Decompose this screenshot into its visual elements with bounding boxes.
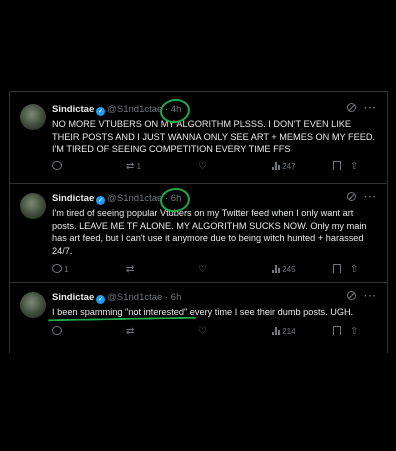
retweet-icon: ⇄ <box>126 264 135 275</box>
more-icon[interactable]: ··· <box>364 192 377 203</box>
retweet-button[interactable]: ⇄ <box>126 326 134 338</box>
divider <box>10 91 387 92</box>
like-icon: ♡ <box>198 326 207 337</box>
views-button[interactable]: 247 <box>272 161 296 173</box>
tweet-menu: ··· <box>347 291 377 305</box>
tweet-header: Sindictae ✓ @S1nd1ctae · 6h <box>52 192 377 206</box>
share-icon: ⇧ <box>350 326 359 337</box>
more-icon[interactable]: ··· <box>364 291 377 302</box>
action-bar: ⇄ ♡ 214 ⇧ <box>52 326 377 338</box>
display-name[interactable]: Sindictae <box>52 104 94 115</box>
reply-button[interactable] <box>52 161 62 173</box>
tweet-2[interactable]: Sindictae ✓ @S1nd1ctae · 6h ··· I'm tired … <box>20 192 377 276</box>
action-bar: 1 ⇄ ♡ 245 ⇧ <box>52 264 377 276</box>
like-button[interactable]: ♡ <box>198 161 207 173</box>
retweet-button[interactable]: ⇄ 1 <box>126 161 141 173</box>
display-name[interactable]: Sindictae <box>52 292 94 303</box>
share-button[interactable]: ⇧ <box>350 264 358 276</box>
share-icon: ⇧ <box>350 264 359 275</box>
views-button[interactable]: 245 <box>272 264 296 276</box>
reply-icon <box>52 326 62 335</box>
tweet-text: I'm tired of seeing popular Vtubers on m… <box>52 208 367 256</box>
share-button[interactable]: ⇧ <box>350 326 358 338</box>
retweet-count: 1 <box>136 162 142 171</box>
tweet-menu: ··· <box>347 103 377 117</box>
divider <box>10 183 387 184</box>
views-icon <box>272 327 280 335</box>
timestamp[interactable]: 6h <box>171 292 182 303</box>
handle[interactable]: @S1nd1ctae <box>107 292 162 303</box>
tweet-menu: ··· <box>347 192 377 206</box>
views-count: 214 <box>282 327 296 336</box>
avatar[interactable] <box>20 292 46 318</box>
divider <box>10 282 387 283</box>
views-count: 247 <box>282 162 296 171</box>
like-icon: ♡ <box>198 264 207 275</box>
reply-icon <box>52 161 62 170</box>
views-icon <box>272 265 280 273</box>
bookmark-button[interactable] <box>333 264 341 276</box>
share-button[interactable]: ⇧ <box>350 161 358 173</box>
tweet-thread: Sindictae ✓ @S1nd1ctae · 4h ··· NO MORE VT… <box>9 91 388 353</box>
action-bar: ⇄ 1 ♡ 247 ⇧ <box>52 161 377 173</box>
tweet-1[interactable]: Sindictae ✓ @S1nd1ctae · 4h ··· NO MORE VT… <box>20 103 377 173</box>
views-count: 245 <box>282 265 296 274</box>
verified-badge-icon: ✓ <box>96 107 106 116</box>
reply-icon <box>52 264 62 273</box>
reply-count: 1 <box>64 265 69 274</box>
tweet-header: Sindictae ✓ @S1nd1ctae · 4h <box>52 103 377 117</box>
bookmark-button[interactable] <box>333 161 341 173</box>
tweet-header: Sindictae ✓ @S1nd1ctae · 6h <box>52 291 377 305</box>
like-button[interactable]: ♡ <box>198 326 207 338</box>
bookmark-icon <box>333 264 341 273</box>
verified-badge-icon: ✓ <box>96 295 106 304</box>
grok-icon[interactable] <box>347 103 356 112</box>
reply-button[interactable] <box>52 326 62 338</box>
retweet-icon: ⇄ <box>126 326 135 337</box>
handle[interactable]: @S1nd1ctae <box>107 104 162 115</box>
retweet-button[interactable]: ⇄ <box>126 264 134 276</box>
handle[interactable]: @S1nd1ctae <box>107 193 162 204</box>
bookmark-icon <box>333 326 341 335</box>
bookmark-icon <box>333 161 341 170</box>
bookmark-button[interactable] <box>333 326 341 338</box>
like-button[interactable]: ♡ <box>198 264 207 276</box>
tweet-text: I been spamming "not interested" every t… <box>52 307 354 317</box>
views-button[interactable]: 214 <box>272 326 296 338</box>
avatar[interactable] <box>20 193 46 219</box>
display-name[interactable]: Sindictae <box>52 193 94 204</box>
reply-button[interactable]: 1 <box>52 264 69 276</box>
grok-icon[interactable] <box>347 291 356 300</box>
tweet-text: NO MORE VTUBERS ON MY ALGORITHM PLSSS. I… <box>52 119 376 154</box>
verified-badge-icon: ✓ <box>96 196 106 205</box>
retweet-icon: ⇄ <box>126 161 135 172</box>
tweet-3[interactable]: Sindictae ✓ @S1nd1ctae · 6h ··· I been spa… <box>20 291 377 339</box>
grok-icon[interactable] <box>347 192 356 201</box>
avatar[interactable] <box>20 104 46 130</box>
like-icon: ♡ <box>198 161 207 172</box>
more-icon[interactable]: ··· <box>364 103 377 114</box>
separator: · <box>164 292 169 303</box>
share-icon: ⇧ <box>350 161 359 172</box>
views-icon <box>272 162 280 170</box>
